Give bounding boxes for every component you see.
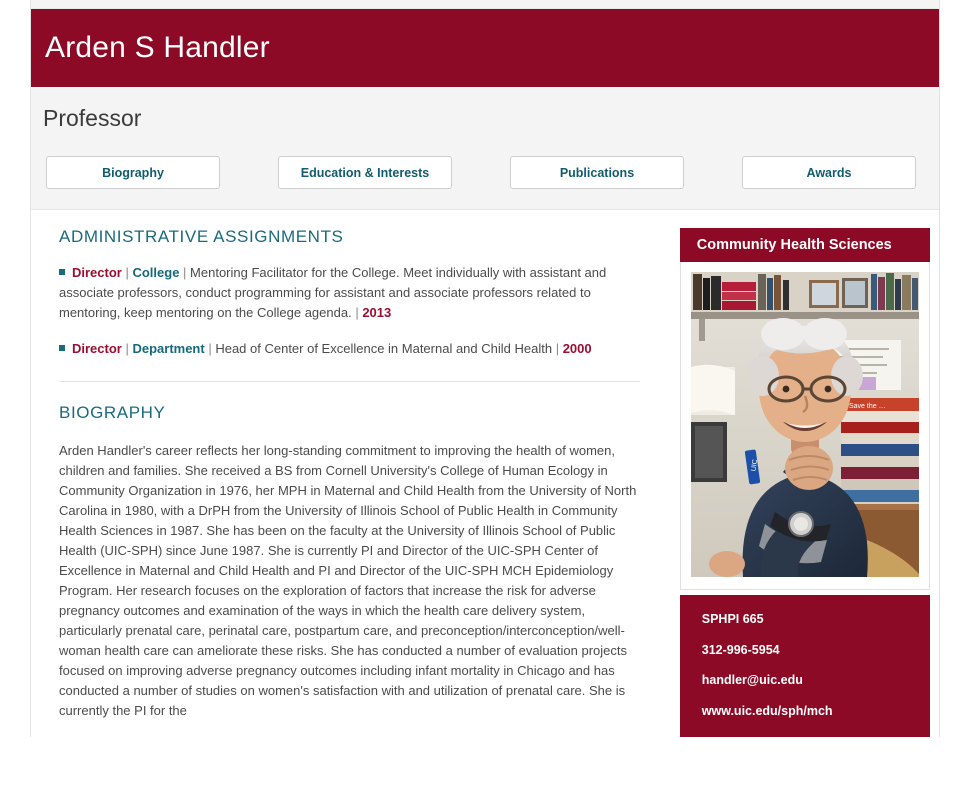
- contact-box: SPHPI 665 312-996-5954 handler@uic.edu w…: [679, 595, 930, 737]
- email-address[interactable]: handler@uic.edu: [702, 674, 930, 687]
- sidebar: Community Health Sciences Save the … UIC…: [679, 228, 939, 737]
- separator: |: [351, 305, 363, 320]
- tab-awards[interactable]: Awards: [742, 156, 916, 189]
- profile-title: Professor: [43, 105, 142, 131]
- assignment-scope: College: [132, 265, 180, 280]
- content-area: ADMINISTRATIVE ASSIGNMENTS Director | Co…: [31, 210, 939, 737]
- tab-biography[interactable]: Biography: [46, 156, 220, 189]
- assignment-item: Director | Department | Head of Center o…: [59, 339, 650, 359]
- administrative-assignments-heading: ADMINISTRATIVE ASSIGNMENTS: [59, 227, 344, 246]
- portrait-photo-icon: Save the … UIC: [690, 272, 919, 577]
- separator: |: [552, 341, 563, 356]
- separator: |: [179, 265, 191, 280]
- tab-education-interests[interactable]: Education & Interests: [278, 156, 452, 189]
- avatar: Save the … UIC: [690, 272, 919, 577]
- assignment-year: 2013: [362, 305, 392, 320]
- square-bullet-icon: [59, 345, 65, 351]
- site-container: Arden S Handler Professor Biography Educ…: [30, 0, 940, 737]
- page-title: Arden S Handler: [45, 31, 270, 64]
- separator: |: [121, 341, 133, 356]
- name-banner: Arden S Handler: [31, 9, 939, 87]
- assignment-year: 2000: [562, 341, 592, 356]
- tab-publications[interactable]: Publications: [510, 156, 684, 189]
- title-and-tabs-strip: Professor Biography Education & Interest…: [31, 87, 939, 210]
- section-divider: [59, 381, 640, 382]
- main-column: ADMINISTRATIVE ASSIGNMENTS Director | Co…: [31, 228, 650, 737]
- website-url[interactable]: www.uic.edu/sph/mch: [702, 704, 930, 718]
- assignment-description: Head of Center of Excellence in Maternal…: [215, 341, 553, 356]
- assignment-role: Director: [72, 265, 122, 280]
- page: Arden S Handler Professor Biography Educ…: [0, 0, 970, 800]
- department-banner: Community Health Sciences: [679, 228, 930, 262]
- separator: |: [121, 265, 133, 280]
- separator: |: [204, 341, 216, 356]
- assignment-item: Director | College | Mentoring Facilitat…: [59, 263, 650, 323]
- phone-number[interactable]: 312-996-5954: [702, 643, 930, 657]
- photo-card: Save the … UIC: [679, 262, 930, 590]
- biography-heading: BIOGRAPHY: [59, 403, 166, 422]
- assignment-scope: Department: [132, 341, 205, 356]
- svg-text:Save the …: Save the …: [849, 403, 886, 410]
- assignment-role: Director: [72, 341, 122, 356]
- top-gutter: [31, 0, 939, 9]
- office-location: SPHPI 665: [701, 612, 764, 626]
- biography-text: Arden Handler's career reflects her long…: [59, 443, 637, 718]
- tab-row: Biography Education & Interests Publicat…: [31, 156, 939, 189]
- square-bullet-icon: [59, 269, 65, 275]
